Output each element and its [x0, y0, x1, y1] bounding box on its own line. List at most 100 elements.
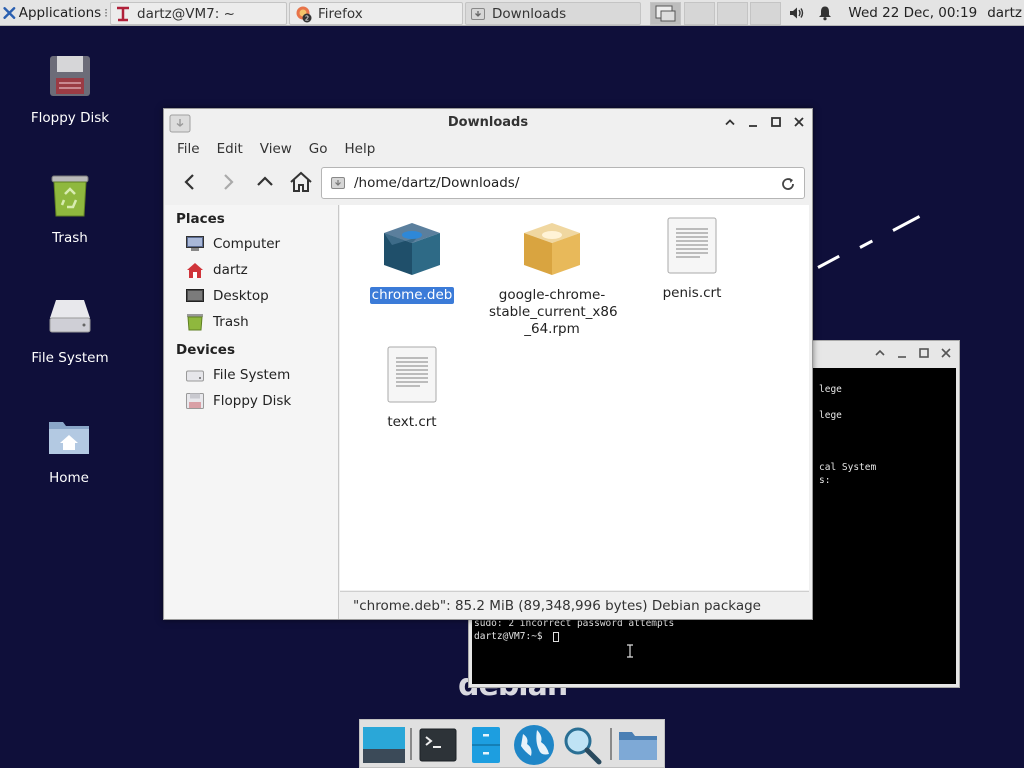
workspace-3-button[interactable]: [717, 2, 748, 25]
terminal-cursor: [553, 632, 559, 642]
file-name: penis.crt: [662, 285, 722, 301]
menu-view[interactable]: View: [260, 141, 292, 157]
panel-tray: Wed 22 Dec, 00:19 dartz: [788, 0, 1024, 26]
workspace-2-button[interactable]: [684, 2, 715, 25]
sidebar: Places Computer dartz Desktop Trash Devi…: [165, 205, 339, 619]
terminal-icon: [419, 728, 457, 762]
top-panel: Applications ⁝ dartz@VM7: ~ 2 Firefox Do…: [0, 0, 1024, 26]
desktop-icon: [186, 289, 204, 302]
close-button[interactable]: [792, 115, 806, 129]
home-button[interactable]: [287, 168, 315, 196]
dock-terminal[interactable]: [416, 723, 460, 767]
volume-icon[interactable]: [788, 5, 806, 21]
forward-button[interactable]: [214, 168, 242, 196]
file-item-penis-crt[interactable]: penis.crt: [627, 217, 757, 302]
desktop-icon-trash[interactable]: Trash: [15, 172, 125, 246]
workspace-window-preview-icon: [655, 5, 676, 22]
menu-file[interactable]: File: [177, 141, 200, 157]
text-file-icon: [387, 346, 437, 403]
dock-file-manager[interactable]: [464, 723, 508, 767]
wallpaper-streak: [859, 239, 874, 249]
sidebar-item-dartz[interactable]: dartz: [185, 259, 335, 281]
dock-app-finder[interactable]: [560, 723, 604, 767]
desktop-icon-home[interactable]: Home: [14, 412, 124, 486]
sidebar-item-label: File System: [213, 367, 291, 383]
applications-menu-label: Applications: [18, 5, 102, 21]
dock-web-browser[interactable]: [512, 723, 556, 767]
arrow-right-icon: [224, 174, 234, 190]
sidebar-item-floppy-disk[interactable]: Floppy Disk: [185, 390, 335, 412]
notification-bell-icon[interactable]: [816, 5, 834, 21]
desktop-icon-floppy-disk[interactable]: Floppy Disk: [15, 52, 125, 126]
deb-package-icon: [384, 223, 440, 275]
panel-clock[interactable]: Wed 22 Dec, 00:19: [848, 5, 977, 21]
menu-go[interactable]: Go: [309, 141, 328, 157]
file-manager-window[interactable]: Downloads File Edit View Go Help /home/d…: [163, 108, 813, 620]
rpm-package-icon: [524, 223, 580, 275]
home-folder-icon: [49, 422, 89, 454]
menu-help[interactable]: Help: [345, 141, 376, 157]
minimize-icon[interactable]: [895, 346, 909, 360]
home-icon: [290, 171, 312, 192]
terminal-line: s:: [819, 475, 831, 486]
file-name: chrome.deb: [369, 287, 455, 304]
text-file-icon: [667, 217, 717, 274]
location-path[interactable]: /home/dartz/Downloads/: [354, 175, 519, 191]
file-item-chrome-deb[interactable]: chrome.deb: [347, 219, 477, 304]
wallpaper-streak: [817, 254, 840, 269]
sidebar-item-file-system[interactable]: File System: [185, 364, 335, 386]
firefox-window-count: 2: [305, 14, 309, 22]
window-title: Downloads: [447, 115, 529, 130]
folder-icon: [619, 732, 657, 760]
reload-icon[interactable]: [780, 176, 796, 192]
computer-icon: [186, 236, 204, 251]
file-name-line: google-chrome-: [498, 287, 606, 303]
file-name-line: _64.rpm: [524, 321, 580, 337]
workspace-4-button[interactable]: [750, 2, 781, 25]
applications-menu-button[interactable]: Applications ⁝: [0, 0, 108, 26]
back-button[interactable]: [176, 168, 204, 196]
location-bar[interactable]: /home/dartz/Downloads/: [321, 167, 805, 199]
file-name: text.crt: [387, 414, 437, 430]
up-button[interactable]: [251, 168, 279, 196]
file-item-google-chrome-rpm[interactable]: google-chrome- stable_current_x86 _64.rp…: [487, 219, 618, 338]
desktop-icon-label: Home: [49, 470, 89, 486]
file-view[interactable]: chrome.deb google-chrome- stable_current…: [340, 205, 809, 590]
show-desktop-icon: [363, 727, 405, 763]
taskbar-item-downloads[interactable]: Downloads: [465, 2, 641, 25]
folder-download-icon: [471, 7, 485, 20]
menu-bar: File Edit View Go Help: [164, 137, 812, 161]
file-name-line: stable_current_x86: [489, 304, 618, 320]
desktop-icon-file-system[interactable]: File System: [15, 292, 125, 366]
menu-edit[interactable]: Edit: [217, 141, 243, 157]
taskbar-item-firefox[interactable]: 2 Firefox: [289, 2, 463, 25]
shade-button[interactable]: [723, 115, 737, 129]
dock-folder[interactable]: [616, 723, 660, 767]
file-manager-titlebar[interactable]: Downloads: [164, 109, 812, 137]
sidebar-item-label: Trash: [213, 314, 249, 330]
terminal-prompt: dartz@VM7:~$: [474, 631, 549, 642]
sidebar-item-computer[interactable]: Computer: [185, 233, 335, 255]
dock: [359, 719, 665, 768]
taskbar-item-terminal[interactable]: dartz@VM7: ~: [110, 2, 287, 25]
maximize-button[interactable]: [769, 115, 783, 129]
close-icon[interactable]: [939, 346, 953, 360]
file-manager-icon: [472, 727, 500, 763]
workspace-1-button[interactable]: [650, 2, 681, 25]
sidebar-item-label: Floppy Disk: [213, 393, 292, 409]
sidebar-item-desktop[interactable]: Desktop: [185, 285, 335, 307]
minimize-button[interactable]: [746, 115, 760, 129]
close-icon: [794, 117, 804, 127]
dock-show-desktop[interactable]: [362, 723, 406, 767]
file-item-text-crt[interactable]: text.crt: [347, 346, 477, 431]
sidebar-item-trash[interactable]: Trash: [185, 311, 335, 333]
firefox-icon: 2: [296, 6, 312, 22]
maximize-icon[interactable]: [917, 346, 931, 360]
panel-user-name[interactable]: dartz: [987, 5, 1022, 21]
taskbar-item-label: dartz@VM7: ~: [137, 5, 235, 22]
trash-icon: [187, 314, 203, 331]
location-folder-icon: [331, 177, 345, 189]
shade-icon[interactable]: [873, 346, 887, 360]
menu-separator: ⁝: [104, 6, 108, 20]
desktop-icon-label: Floppy Disk: [30, 110, 110, 126]
